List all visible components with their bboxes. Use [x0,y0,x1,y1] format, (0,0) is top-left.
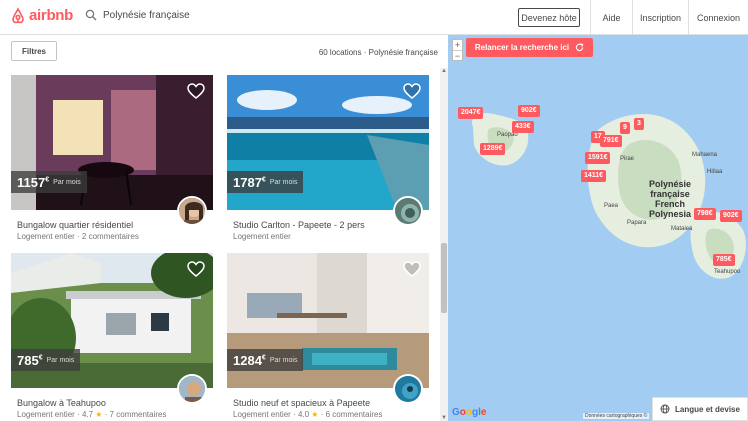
airbnb-logo[interactable]: airbnb [10,7,73,24]
price-pin[interactable]: 1411€ [581,170,607,182]
heart-icon[interactable] [187,83,205,99]
listing-title[interactable]: Bungalow à Teahupoo [17,398,106,408]
price-pin[interactable]: 902€ [720,210,742,222]
price-pin[interactable]: 3 [634,118,644,130]
listing-photo[interactable]: 785€ Par mois [11,253,213,388]
airbnb-logo-icon [12,7,24,24]
listing-subtitle: Logement entier · 2 commentaires [17,232,139,241]
map-tiles [472,113,746,279]
listing-rating: 4.7 [81,410,94,419]
price-badge: 1787€ Par mois [227,171,304,193]
become-host-button[interactable]: Devenez hôte [518,8,580,27]
listing-photo[interactable]: 1157€ Par mois [11,75,213,210]
listing-photo[interactable]: 1284€ Par mois [227,253,429,388]
listing-reviews: · 7 commentaires [102,410,167,419]
search-input[interactable]: Polynésie française [103,10,190,21]
map-label-pirae: Pirae [620,156,635,162]
map-label-teahupoo: Teahupoo [714,269,741,275]
search-bar[interactable]: Polynésie française [85,9,190,21]
listing-title[interactable]: Bungalow quartier résidentiel [17,220,133,230]
map-label-paea: Paea [604,203,619,209]
listing-subtitle: Logement entier · 4.7 ★ · 7 commentaires [17,410,167,419]
listing-title[interactable]: Studio Carlton - Papeete - 2 pers [233,220,365,230]
zoom-out-button[interactable]: − [453,50,462,61]
zoom-in-button[interactable]: + [453,40,462,50]
price-value: 1787€ [233,174,266,190]
top-header: airbnb Polynésie française Devenez hôte … [0,0,748,35]
listing-rating: 4.0 [297,410,310,419]
price-pin[interactable]: 785€ [713,254,735,266]
price-value: 1284€ [233,352,266,368]
listing-subtitle: Logement entier · 4.0 ★ · 6 commentaires [233,410,383,419]
price-pin[interactable]: 9 [620,122,630,134]
price-period: Par mois [269,356,298,364]
google-logo: Google [452,407,487,418]
price-badge: 1284€ Par mois [227,349,304,371]
price-pin[interactable]: 433€ [512,121,534,133]
map-label-papara: Papara [627,220,647,226]
heart-icon[interactable] [403,83,421,99]
price-badge: 1157€ Par mois [11,171,87,193]
scroll-up-icon[interactable]: ▲ [440,68,448,74]
logo-text: airbnb [29,7,74,24]
price-period: Par mois [46,356,75,364]
redo-search-label: Relancer la recherche ici [474,43,570,52]
listing-title[interactable]: Studio neuf et spacieux à Papeete [233,398,370,408]
list-scrollbar[interactable]: ▲ ▼ [440,68,448,421]
price-pin[interactable]: 1289€ [480,143,506,155]
scroll-thumb[interactable] [441,243,447,313]
price-period: Par mois [269,178,298,186]
scroll-down-icon[interactable]: ▼ [440,415,448,421]
globe-icon [660,404,670,414]
listing-photo[interactable]: 1787€ Par mois [227,75,429,210]
redo-search-button[interactable]: Relancer la recherche ici [466,38,593,57]
language-currency-label: Langue et devise [675,404,740,414]
map-attribution[interactable]: Données cartographiques © [583,413,650,419]
nav-login[interactable]: Connexion [688,0,748,35]
search-icon [85,9,97,21]
nav-help[interactable]: Aide [590,0,632,35]
refresh-icon [575,43,584,52]
host-avatar[interactable] [393,196,423,226]
price-pin[interactable]: 2047€ [458,107,484,119]
results-count: 60 locations · Polynésie française [318,48,438,57]
map-label-mataiea: Mataiea [671,226,693,232]
host-avatar[interactable] [177,196,207,226]
map-panel[interactable]: + − Relancer la recherche ici Paopao Pir… [448,35,748,421]
listing-subtitle: Logement entier [233,232,291,241]
heart-icon[interactable] [187,261,205,277]
heart-icon[interactable] [403,261,421,277]
listing-reviews: · 6 commentaires [318,410,383,419]
price-pin[interactable]: 902€ [518,105,540,117]
price-pin[interactable]: 791€ [600,135,622,147]
price-pin[interactable]: 1591€ [585,152,611,164]
host-avatar[interactable] [177,374,207,404]
host-avatar[interactable] [393,374,423,404]
price-period: Par mois [53,178,81,186]
map-label-hitiaa: Hitiaa [707,169,723,175]
zoom-control: + − [452,39,463,61]
price-value: 1157€ [17,174,50,190]
language-currency-button[interactable]: Langue et devise [652,397,748,421]
price-badge: 785€ Par mois [11,349,81,371]
listings-panel: Filtres 60 locations · Polynésie françai… [0,35,448,421]
price-pin[interactable]: 798€ [694,208,716,220]
price-value: 785€ [17,352,43,368]
map-label-mahaena: Mahaena [692,152,718,158]
nav-signup[interactable]: Inscription [632,0,688,35]
filters-button[interactable]: Filtres [11,41,57,61]
